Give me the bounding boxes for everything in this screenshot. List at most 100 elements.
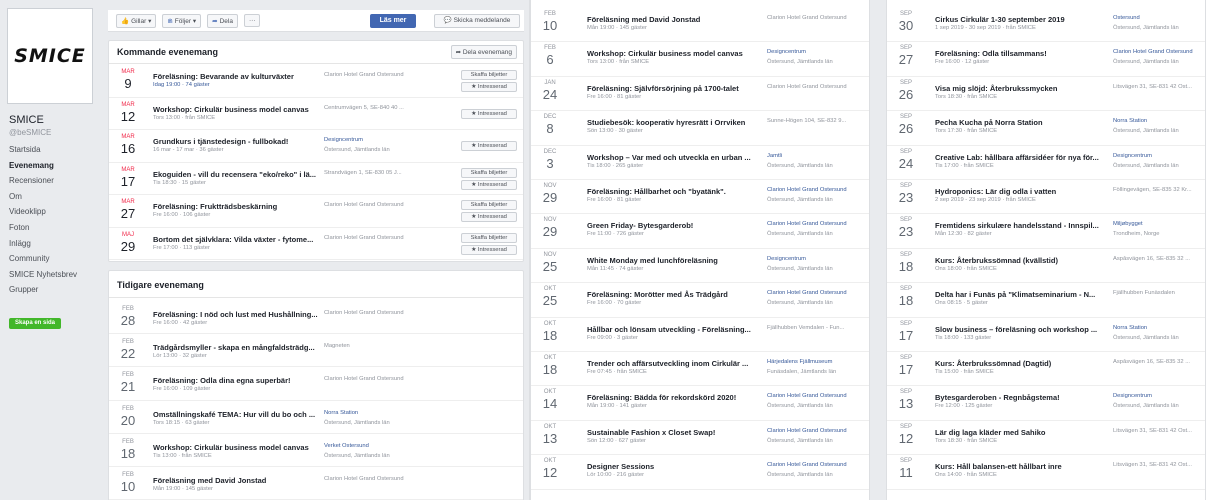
create-page-button[interactable]: Skapa en sida bbox=[9, 318, 61, 329]
event-title[interactable]: Visa mig slöjd: Återbrukssmycken bbox=[935, 84, 1105, 93]
sidebar-item[interactable]: SMICE Nyhetsbrev bbox=[5, 267, 97, 283]
event-title[interactable]: Workshop: Cirkulär business model canvas bbox=[587, 49, 757, 58]
sidebar-item[interactable]: Community bbox=[5, 251, 97, 267]
get-tickets-button[interactable]: Skaffa biljetter bbox=[461, 167, 517, 178]
event-row[interactable]: NOV 29 Föreläsning: Hållbarhet och "byatän… bbox=[531, 180, 869, 215]
event-row[interactable]: DEC 8 Studiebesök: kooperativ hyresrätt i … bbox=[531, 111, 869, 146]
event-location[interactable]: Norra Station bbox=[1113, 118, 1205, 124]
sidebar-item[interactable]: Inlägg bbox=[5, 236, 97, 252]
event-row[interactable]: NOV 25 White Monday med lunchföreläsning Må… bbox=[531, 249, 869, 284]
event-title[interactable]: Kurs: Återbrukssömnad (Dagtid) bbox=[935, 359, 1105, 368]
event-title[interactable]: Föreläsning: Morötter med Ås Trädgård bbox=[587, 290, 757, 299]
get-tickets-button[interactable]: Skaffa biljetter bbox=[461, 70, 517, 80]
event-row[interactable]: SEP 26 Pecha Kucha på Norra Station Tors 17… bbox=[887, 111, 1205, 146]
event-title[interactable]: Workshop – Var med och utveckla en urban… bbox=[587, 153, 757, 162]
event-row[interactable]: SEP 30 Cirkus Cirkulär 1-30 september 2019… bbox=[887, 8, 1205, 43]
event-title[interactable]: Föreläsning: Bädda för rekordskörd 2020! bbox=[587, 393, 757, 402]
interested-button[interactable]: ★ Intresserad bbox=[461, 179, 517, 190]
event-title[interactable]: White Monday med lunchföreläsning bbox=[587, 256, 757, 265]
interested-button[interactable]: ★ Intresserad bbox=[461, 108, 517, 119]
event-row[interactable]: OKT 14 Föreläsning: Bädda för rekordskörd … bbox=[531, 386, 869, 421]
sidebar-item[interactable]: Grupper bbox=[5, 282, 97, 298]
event-location[interactable]: Clarion Hotel Grand Östersund bbox=[767, 428, 867, 434]
event-title[interactable]: Föreläsning: Självförsörjning på 1700-ta… bbox=[587, 84, 757, 93]
event-row[interactable]: FEB 22 Trädgårdsmyller - skapa en mångfald… bbox=[109, 334, 523, 368]
event-row[interactable]: MAR 16 Grundkurs i tjänstedesign - fullbok… bbox=[109, 130, 523, 163]
interested-button[interactable]: ★ Intresserad bbox=[461, 212, 517, 222]
event-location[interactable]: Clarion Hotel Grand Östersund bbox=[1113, 49, 1205, 55]
event-row[interactable]: MAR 12 Workshop: Cirkulär business model c… bbox=[109, 98, 523, 130]
event-location[interactable]: Norra Station bbox=[324, 410, 434, 416]
read-more-button[interactable]: Läs mer bbox=[370, 14, 416, 28]
follow-button[interactable]: ⋒ Följer ▾ bbox=[162, 13, 202, 28]
event-location[interactable]: Norra Station bbox=[1113, 325, 1205, 331]
event-location[interactable]: Härjedalens Fjällmuseum bbox=[767, 359, 867, 365]
event-location[interactable]: Designcentrum bbox=[324, 137, 410, 143]
event-title[interactable]: Föreläsning: I nöd och lust med Hushålln… bbox=[153, 310, 323, 319]
sidebar-item[interactable]: Videoklipp bbox=[5, 204, 97, 220]
event-title[interactable]: Bytesgarderoben - Regnbågstema! bbox=[935, 393, 1105, 402]
event-row[interactable]: MAR 17 Ekoguiden - vill du recensera "eko/… bbox=[109, 163, 523, 195]
event-title[interactable]: Trädgårdsmyller - skapa en mångfaldsträd… bbox=[153, 343, 323, 352]
event-row[interactable]: NOV 29 Green Friday- Bytesgarderob! Fre 11:… bbox=[531, 214, 869, 249]
get-tickets-button[interactable]: Skaffa biljetter bbox=[461, 232, 517, 243]
sidebar-item[interactable]: Evenemang bbox=[5, 158, 97, 174]
event-row[interactable]: FEB 6 Workshop: Cirkulär business model ca… bbox=[531, 42, 869, 77]
event-row[interactable]: FEB 18 Workshop: Cirkulär business model c… bbox=[109, 434, 523, 467]
event-row[interactable]: OKT 18 Trender och affärsutveckling inom C… bbox=[531, 352, 869, 387]
event-title[interactable]: Hållbar och lönsam utveckling - Föreläsn… bbox=[587, 325, 757, 334]
event-title[interactable]: Fremtidens sirkulære handelsstand - Inns… bbox=[935, 221, 1105, 230]
event-location[interactable]: Östersund bbox=[1113, 15, 1205, 21]
event-row[interactable]: SEP 18 Delta har i Funäs på "Klimatseminar… bbox=[887, 283, 1205, 318]
event-row[interactable]: MAR 27 Föreläsning: Fruktträdsbeskärning Fr… bbox=[109, 195, 523, 228]
event-title[interactable]: Slow business – föreläsning och workshop… bbox=[935, 325, 1105, 334]
event-title[interactable]: Studiebesök: kooperativ hyresrätt i Orrv… bbox=[587, 118, 757, 127]
interested-button[interactable]: ★ Intresserad bbox=[461, 244, 517, 255]
event-title[interactable]: Cirkus Cirkulär 1-30 september 2019 bbox=[935, 15, 1105, 24]
event-row[interactable]: OKT 13 Sustainable Fashion x Closet Swap! S… bbox=[531, 421, 869, 456]
share-event-button[interactable]: ➦ Dela evenemang bbox=[450, 45, 517, 59]
event-title[interactable]: Föreläsning med David Jonstad bbox=[587, 15, 757, 24]
event-title[interactable]: Föreläsning: Odla tillsammans! bbox=[935, 49, 1105, 58]
event-location[interactable]: Designcentrum bbox=[1113, 393, 1205, 399]
event-title[interactable]: Kurs: Återbrukssömnad (kvällstid) bbox=[935, 256, 1105, 265]
interested-button[interactable]: ★ Intresserad bbox=[461, 141, 517, 151]
interested-button[interactable]: ★ Intresserad bbox=[461, 82, 517, 92]
event-row[interactable]: SEP 23 Hydroponics: Lär dig odla i vatten 2… bbox=[887, 180, 1205, 215]
event-title[interactable]: Föreläsning: Odla dina egna superbär! bbox=[153, 376, 323, 385]
sidebar-item[interactable]: Om bbox=[5, 189, 97, 205]
event-title[interactable]: Bortom det självklara: Vilda växter - fy… bbox=[153, 235, 323, 244]
event-title[interactable]: Grundkurs i tjänstedesign - fullbokad! bbox=[153, 137, 323, 146]
send-message-button[interactable]: 💬 Skicka meddelande bbox=[434, 14, 520, 28]
event-row[interactable]: FEB 10 Föreläsning med David Jonstad Mån 19… bbox=[531, 8, 869, 43]
event-location[interactable]: Designcentrum bbox=[1113, 153, 1205, 159]
event-location[interactable]: Clarion Hotel Grand Östersund bbox=[767, 221, 867, 227]
event-row[interactable]: OKT 12 Designer Sessions Lör 10:00 · 216 gä… bbox=[531, 455, 869, 490]
event-title[interactable]: Workshop: Cirkulär business model canvas bbox=[153, 443, 323, 452]
share-button[interactable]: ➦ Dela bbox=[207, 13, 238, 28]
event-row[interactable]: FEB 10 Föreläsning med David Jonstad Mån 19… bbox=[109, 467, 523, 500]
event-title[interactable]: Omställningskafé TEMA: Hur vill du bo oc… bbox=[153, 410, 323, 419]
event-title[interactable]: Pecha Kucha på Norra Station bbox=[935, 118, 1105, 127]
event-location[interactable]: Jamtli bbox=[767, 153, 867, 159]
event-title[interactable]: Hydroponics: Lär dig odla i vatten bbox=[935, 187, 1105, 196]
event-title[interactable]: Föreläsning: Fruktträdsbeskärning bbox=[153, 202, 323, 211]
get-tickets-button[interactable]: Skaffa biljetter bbox=[461, 200, 517, 210]
event-row[interactable]: DEC 3 Workshop – Var med och utveckla en u… bbox=[531, 146, 869, 180]
sidebar-item[interactable]: Foton bbox=[5, 220, 97, 236]
event-location[interactable]: Verket Östersund bbox=[324, 443, 434, 449]
event-title[interactable]: Föreläsning: Hållbarhet och "byatänk". bbox=[587, 187, 757, 196]
sidebar-item[interactable]: Recensioner bbox=[5, 173, 97, 189]
event-row[interactable]: SEP 12 Lär dig laga kläder med Sahiko Tors … bbox=[887, 421, 1205, 456]
event-title[interactable]: Sustainable Fashion x Closet Swap! bbox=[587, 428, 757, 437]
event-row[interactable]: FEB 21 Föreläsning: Odla dina egna superbä… bbox=[109, 367, 523, 401]
event-row[interactable]: SEP 24 Creative Lab: hållbara affärsidéer … bbox=[887, 146, 1205, 180]
event-location[interactable]: Miljøbygget bbox=[1113, 221, 1205, 227]
event-title[interactable]: Designer Sessions bbox=[587, 462, 757, 471]
event-row[interactable]: SEP 17 Kurs: Återbrukssömnad (Dagtid) Tis 1… bbox=[887, 352, 1205, 387]
event-row[interactable]: OKT 25 Föreläsning: Morötter med Ås Trädgå… bbox=[531, 283, 869, 318]
event-location[interactable]: Designcentrum bbox=[767, 256, 867, 262]
event-row[interactable]: JAN 24 Föreläsning: Självförsörjning på 17… bbox=[531, 77, 869, 112]
event-row[interactable]: SEP 11 Kurs: Håll balansen-ett hållbart in… bbox=[887, 455, 1205, 490]
event-row[interactable]: MAJ 29 Bortom det självklara: Vilda växter… bbox=[109, 228, 523, 260]
